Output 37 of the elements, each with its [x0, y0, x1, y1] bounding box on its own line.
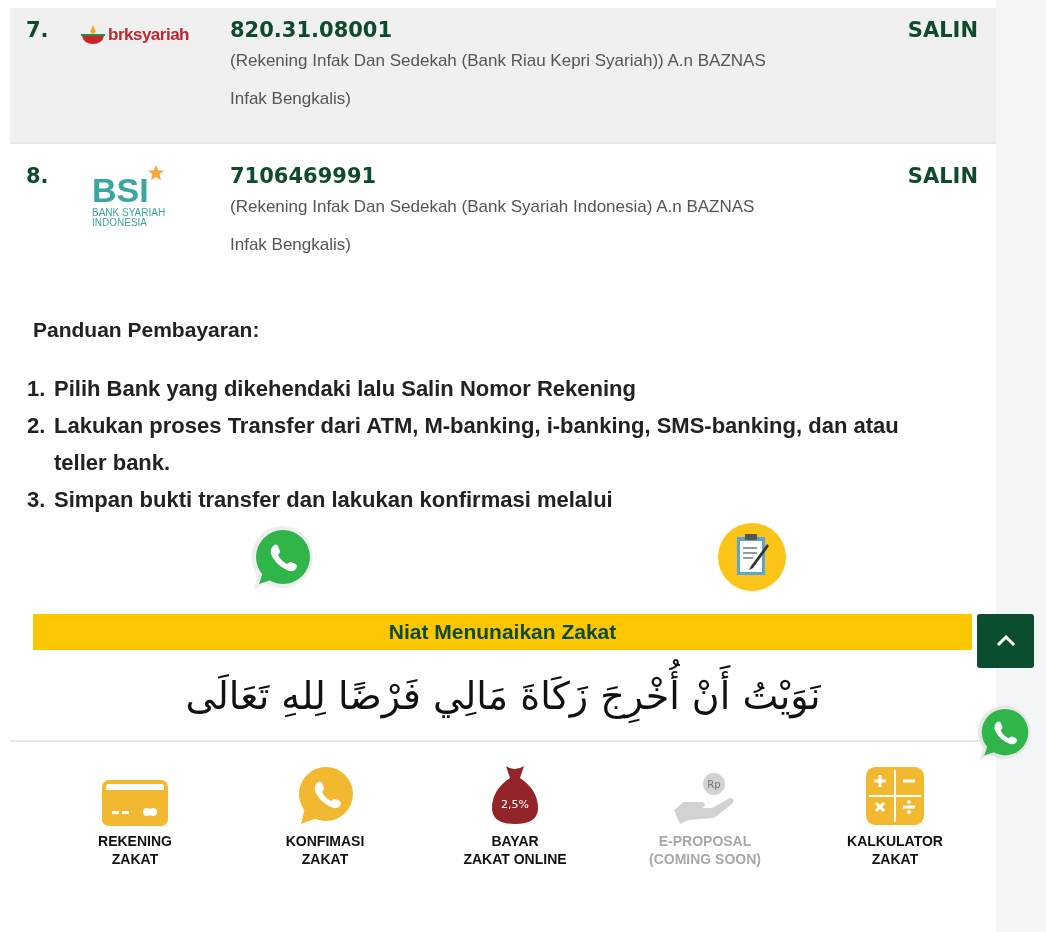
bank-name: BANK SYARIAH INDONESIA [92, 208, 167, 228]
scroll-top-button[interactable] [977, 614, 1034, 668]
nav-item[interactable]: KALKULATOR ZAKAT [800, 756, 990, 868]
step-number: 2. [27, 412, 47, 440]
nav-label: KONFIMASI ZAKAT [285, 832, 365, 868]
step-text: Pilih Bank yang dikehendaki lalu Salin Nomor Rekening [54, 375, 637, 403]
coin-label: Rp [707, 779, 721, 790]
account-number: 820.31.08001 [230, 18, 394, 42]
copy-button[interactable]: SALIN [907, 164, 978, 188]
account-description: (Rekening Infak Dan Sedekah (Bank Riau Kepri Syariah)) A.n BAZNAS Infak Bengkalis) [230, 50, 767, 110]
section-title: Niat Menunaikan Zakat [388, 620, 617, 644]
account-number: 7106469991 [230, 164, 378, 188]
nav-label: KALKULATOR ZAKAT [847, 832, 943, 868]
clipboard-icon[interactable] [717, 522, 787, 592]
copy-button[interactable]: SALIN [907, 18, 978, 42]
nav-label: E-PROPOSAL (COMING SOON) [649, 832, 761, 868]
step-text: Simpan bukti transfer dan lakukan konfirmasi melalui [54, 486, 614, 514]
nav-label: BAYAR ZAKAT ONLINE [463, 832, 567, 868]
account-description: (Rekening Infak Dan Sedekah (Bank Syariah Indonesia) A.n BAZNAS Infak Bengkalis) [230, 196, 756, 256]
row-number: 7. [26, 18, 50, 42]
step-number: 1. [27, 375, 47, 403]
row-number: 8. [26, 164, 50, 188]
nav-item[interactable]: 2,5% BAYAR ZAKAT ONLINE [420, 756, 610, 868]
bank-logo: brksyariah [108, 25, 189, 45]
chevron-up-icon [995, 635, 1016, 647]
star-icon [146, 164, 165, 182]
nav-item[interactable]: KONFIMASI ZAKAT [230, 756, 420, 868]
nav-label: REKENING ZAKAT [98, 832, 172, 868]
calculator-icon [865, 766, 925, 826]
card-icon [102, 780, 168, 826]
bag-label: 2,5% [501, 798, 529, 811]
step-number: 3. [27, 486, 47, 514]
nav-item[interactable]: REKENING ZAKAT [40, 756, 230, 868]
bank-logo: BSI [92, 172, 149, 208]
lamp-icon [80, 24, 106, 46]
step-text: Lakukan proses Transfer dari ATM, M-banking, i-banking, SMS-banking, dan atau teller bank. [54, 412, 900, 477]
guide-title: Panduan Pembayaran: [33, 318, 261, 342]
